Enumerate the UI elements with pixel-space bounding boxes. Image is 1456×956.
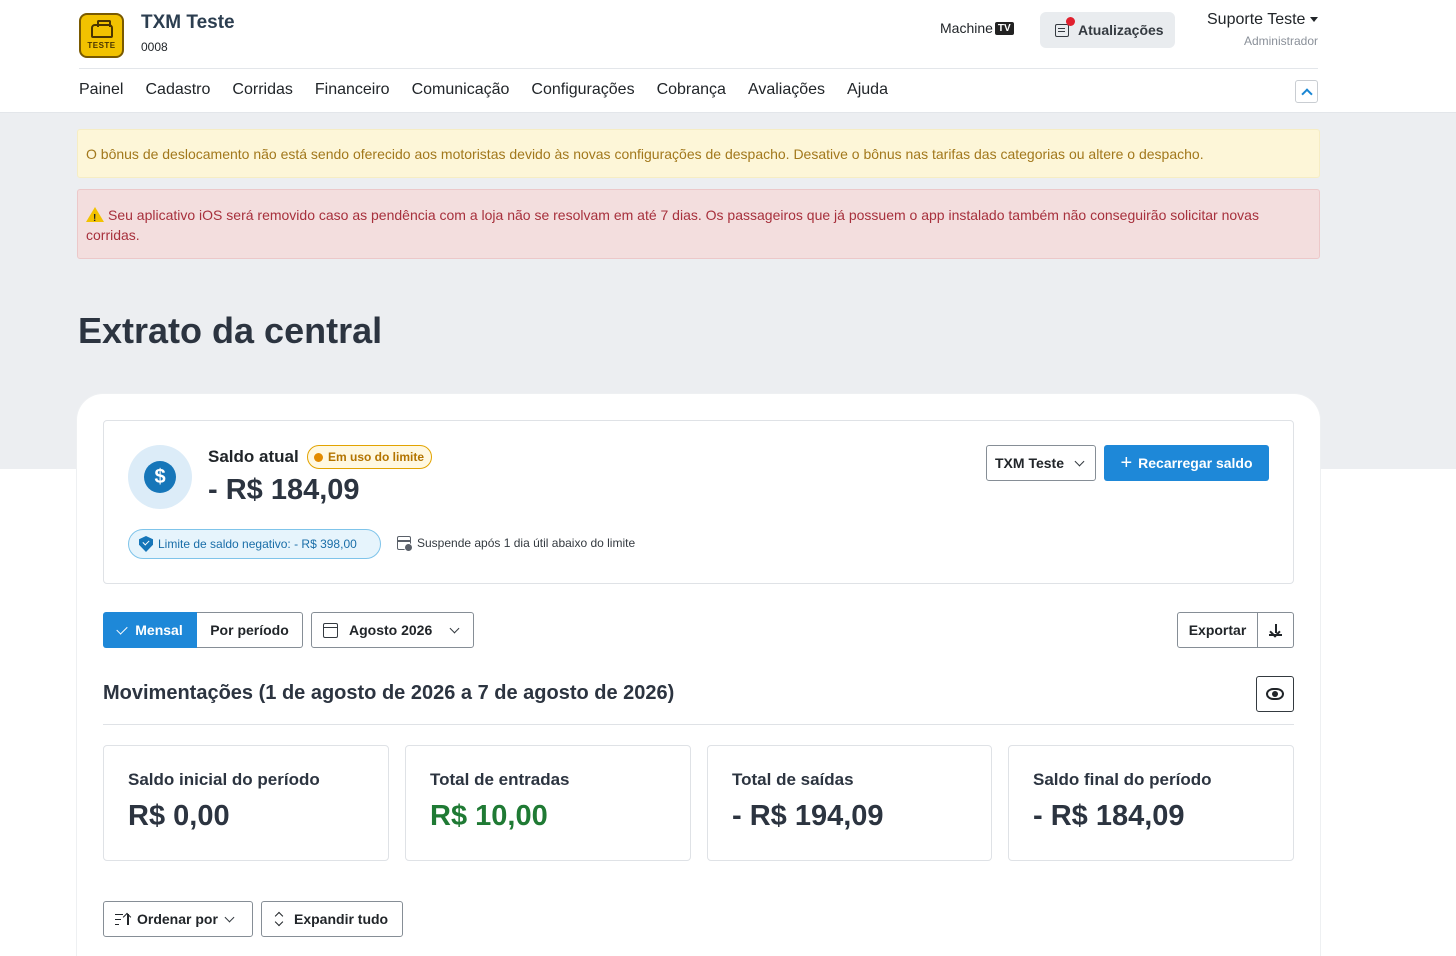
stat-card-total-inflows: Total de entradas R$ 10,00: [405, 745, 691, 861]
stat-label: Total de saídas: [732, 770, 854, 789]
sort-icon: [115, 913, 132, 926]
tv-badge: TV: [994, 21, 1014, 35]
alert-warning-text: O bônus de deslocamento não está sendo o…: [86, 146, 1204, 162]
dollar-icon: $: [144, 461, 176, 493]
calendar-clock-icon: [397, 536, 413, 552]
export-group: Exportar: [1177, 612, 1294, 648]
updates-label: Atualizações: [1078, 22, 1164, 38]
notification-dot: [1066, 17, 1075, 26]
stat-label: Saldo final do período: [1033, 770, 1212, 789]
period-toggle[interactable]: Por período: [197, 612, 303, 648]
nav-item-ajuda[interactable]: Ajuda: [847, 81, 888, 99]
suspend-note-text: Suspende após 1 dia útil abaixo do limit…: [417, 536, 636, 550]
plus-icon: +: [1120, 452, 1133, 474]
stat-card-initial-balance: Saldo inicial do período R$ 0,00: [103, 745, 389, 861]
recharge-label: Recarregar saldo: [1138, 455, 1253, 471]
company-logo[interactable]: TESTE: [79, 13, 124, 58]
company-name: TXM Teste: [141, 12, 235, 33]
period-label: Por período: [210, 622, 289, 638]
sort-label: Ordenar por: [137, 911, 218, 927]
stat-value: - R$ 184,09: [1033, 800, 1185, 832]
nav-item-corridas[interactable]: Corridas: [232, 81, 292, 99]
page-title: Extrato da central: [78, 310, 383, 351]
expand-icon: [275, 912, 283, 926]
status-badge-label: Em uso do limite: [328, 450, 425, 464]
chevron-down-icon: [1074, 456, 1085, 467]
nav-item-cadastro[interactable]: Cadastro: [145, 81, 210, 99]
nav-item-cobranca[interactable]: Cobrança: [657, 81, 726, 99]
stat-card-total-outflows: Total de saídas - R$ 194,09: [707, 745, 992, 861]
nav-item-comunicacao[interactable]: Comunicação: [412, 81, 510, 99]
negative-limit-label: Limite de saldo negativo: - R$ 398,00: [158, 537, 357, 551]
toggle-visibility-button[interactable]: [1256, 676, 1294, 712]
newspaper-icon: [1055, 23, 1069, 37]
top-header: TESTE TXM Teste 0008 Machine TV Atualiza…: [0, 0, 1456, 113]
expand-all-button[interactable]: Expandir tudo: [261, 901, 403, 937]
user-menu[interactable]: Suporte Teste: [1207, 11, 1319, 29]
recharge-button[interactable]: + Recarregar saldo: [1104, 445, 1269, 481]
period-mode-toggle: Mensal Por período: [103, 612, 303, 648]
user-name: Suporte Teste: [1207, 11, 1306, 28]
updates-button[interactable]: Atualizações: [1040, 12, 1175, 48]
stat-card-final-balance: Saldo final do período - R$ 184,09: [1008, 745, 1294, 861]
suspend-note: Suspende após 1 dia útil abaixo do limit…: [397, 536, 636, 552]
stat-value: R$ 10,00: [430, 800, 548, 832]
movements-title: Movimentações (1 de agosto de 2026 a 7 d…: [103, 682, 675, 704]
download-icon-base: [1269, 634, 1282, 636]
shield-check-icon: [139, 536, 153, 552]
month-select[interactable]: Agosto 2026: [311, 612, 474, 648]
stat-value: R$ 0,00: [128, 800, 230, 832]
check-icon: [116, 622, 128, 635]
caret-down-icon: [1310, 17, 1319, 23]
export-label: Exportar: [1188, 622, 1247, 638]
main-nav: Painel Cadastro Corridas Financeiro Comu…: [79, 81, 888, 99]
warning-icon: [86, 207, 104, 229]
taxi-icon: [90, 19, 113, 38]
download-button[interactable]: [1258, 612, 1294, 648]
balance-label: Saldo atual: [208, 447, 299, 466]
month-select-value: Agosto 2026: [349, 622, 433, 638]
export-button[interactable]: Exportar: [1177, 612, 1258, 648]
logo-text: TESTE: [87, 40, 116, 50]
status-badge: Em uso do limite: [307, 445, 433, 469]
expand-label: Expandir tudo: [294, 911, 389, 927]
alert-warning: O bônus de deslocamento não está sendo o…: [77, 129, 1320, 178]
balance-avatar: $: [128, 445, 192, 509]
nav-item-avaliacoes[interactable]: Avaliações: [748, 81, 825, 99]
status-dot-icon: [314, 452, 323, 462]
chevron-down-icon: [224, 912, 235, 922]
movements-divider: [103, 724, 1294, 725]
balance-value: - R$ 184,09: [208, 474, 360, 506]
company-code: 0008: [141, 40, 168, 54]
download-icon: [1274, 623, 1277, 633]
alert-danger-text: Seu aplicativo iOS será removido caso as…: [86, 207, 1259, 243]
stat-label: Total de entradas: [430, 770, 570, 789]
eye-icon: [1266, 688, 1284, 700]
nav-item-configuracoes[interactable]: Configurações: [531, 81, 634, 99]
user-role: Administrador: [1243, 34, 1318, 48]
stat-label: Saldo inicial do período: [128, 770, 320, 789]
chevron-up-icon[interactable]: [1295, 80, 1318, 103]
stat-value: - R$ 194,09: [732, 800, 884, 832]
sort-button[interactable]: Ordenar por: [103, 901, 253, 937]
header-divider: [79, 68, 1318, 69]
calendar-icon: [323, 622, 338, 638]
account-select-value: TXM Teste: [995, 455, 1064, 471]
chevron-down-icon: [449, 623, 460, 634]
monthly-label: Mensal: [135, 622, 183, 638]
account-select[interactable]: TXM Teste: [986, 445, 1096, 481]
alert-danger: Seu aplicativo iOS será removido caso as…: [77, 189, 1320, 259]
negative-limit-pill[interactable]: Limite de saldo negativo: - R$ 398,00: [128, 529, 381, 559]
monthly-toggle[interactable]: Mensal: [103, 612, 197, 648]
nav-item-financeiro[interactable]: Financeiro: [315, 81, 390, 99]
machinetv-label: Machine: [940, 20, 993, 36]
nav-item-painel[interactable]: Painel: [79, 81, 123, 99]
machinetv-link[interactable]: Machine TV: [940, 20, 1014, 36]
